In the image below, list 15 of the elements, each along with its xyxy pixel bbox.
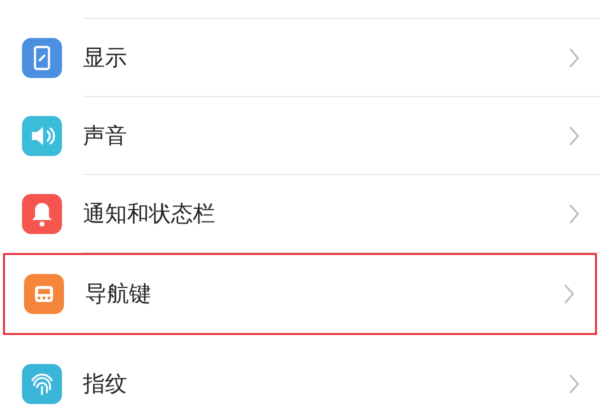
setting-label: 声音 — [83, 122, 128, 150]
chevron-icon — [563, 283, 575, 305]
setting-label: 显示 — [83, 44, 128, 72]
chevron-icon — [568, 46, 580, 68]
setting-label: 导航键 — [85, 281, 152, 309]
setting-label: 通知和状态栏 — [83, 200, 216, 228]
chevron-icon — [568, 124, 580, 146]
chevron-icon — [568, 202, 580, 224]
setting-label: 指纹 — [83, 370, 128, 398]
setting-row[interactable]: 显示 — [0, 19, 600, 97]
highlighted-setting-row[interactable]: 导航键 — [3, 253, 597, 335]
setting-row[interactable]: 声音 — [0, 97, 600, 175]
setting-row[interactable]: 通知和状态栏 — [0, 175, 600, 253]
setting-row[interactable]: 指纹 — [0, 345, 600, 405]
chevron-icon — [568, 372, 580, 394]
